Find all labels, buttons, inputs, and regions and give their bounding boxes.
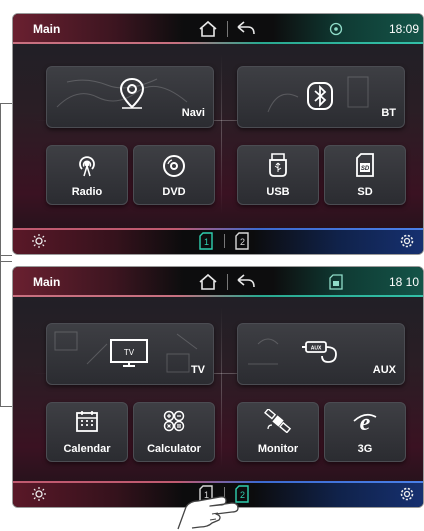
sd-tile[interactable]: SD SD bbox=[324, 145, 406, 205]
page-2-number: 2 bbox=[240, 237, 245, 247]
back-icon[interactable] bbox=[235, 21, 257, 37]
aux-label: AUX bbox=[372, 364, 396, 376]
bt-tile[interactable]: BT bbox=[237, 66, 405, 128]
tv-label: TV bbox=[190, 364, 205, 376]
tv-screen-text: TV bbox=[124, 348, 135, 357]
page-1-icon[interactable]: 1 bbox=[199, 232, 213, 250]
satellite-icon bbox=[264, 409, 292, 433]
browser-e-icon: e bbox=[353, 410, 377, 433]
page-2-icon[interactable]: 2 bbox=[235, 232, 249, 250]
tv-icon: TV bbox=[110, 339, 148, 367]
page-title: Main bbox=[33, 22, 61, 36]
monitor-tile[interactable]: Monitor bbox=[237, 402, 319, 462]
map-pin-icon bbox=[119, 77, 145, 109]
usb-tile[interactable]: USB bbox=[237, 145, 319, 205]
tv-tile[interactable]: TV TV bbox=[46, 323, 214, 385]
3g-label: 3G bbox=[357, 443, 373, 455]
sd-label: SD bbox=[357, 186, 373, 198]
top-bar: Main 18 10 bbox=[13, 267, 423, 297]
calendar-tile[interactable]: Calendar bbox=[46, 402, 128, 462]
calculator-icon bbox=[163, 410, 185, 432]
calendar-icon bbox=[76, 411, 98, 432]
usb-icon bbox=[269, 153, 287, 177]
disc-status-icon bbox=[329, 22, 343, 36]
settings-icon[interactable] bbox=[399, 233, 415, 249]
svg-text:SD: SD bbox=[361, 166, 370, 172]
back-icon[interactable] bbox=[235, 274, 257, 290]
top-bar: Main 18:09 bbox=[13, 14, 423, 44]
3g-tile[interactable]: e 3G bbox=[324, 402, 406, 462]
sd-card-icon: SD bbox=[356, 153, 374, 177]
clock: 18 10 bbox=[388, 275, 419, 289]
dvd-label: DVD bbox=[162, 186, 186, 198]
bluetooth-icon bbox=[307, 82, 333, 110]
aux-plug-text: AUX bbox=[311, 346, 322, 352]
svg-text:e: e bbox=[360, 410, 371, 433]
pointing-hand-icon bbox=[177, 496, 239, 530]
calculator-label: Calculator bbox=[147, 443, 201, 455]
page-title: Main bbox=[33, 275, 61, 289]
bracket-top bbox=[0, 103, 12, 262]
screen-page-2: Main 18 10 TV TV AUX AUX Calendar Calcul… bbox=[12, 266, 424, 508]
usb-label: USB bbox=[266, 186, 290, 198]
calculator-tile[interactable]: Calculator bbox=[133, 402, 215, 462]
calendar-label: Calendar bbox=[63, 443, 111, 455]
radio-tile[interactable]: Radio bbox=[46, 145, 128, 205]
settings-icon[interactable] bbox=[399, 486, 415, 502]
disc-icon bbox=[163, 155, 185, 177]
radio-icon bbox=[79, 156, 95, 177]
navi-label: Navi bbox=[181, 107, 205, 119]
bottom-bar: 1 2 bbox=[13, 228, 423, 254]
brightness-icon[interactable] bbox=[31, 486, 47, 502]
navi-tile[interactable]: Navi bbox=[46, 66, 214, 128]
page-1-number: 1 bbox=[204, 237, 209, 247]
clock: 18:09 bbox=[388, 22, 419, 36]
aux-tile[interactable]: AUX AUX bbox=[237, 323, 405, 385]
radio-label: Radio bbox=[71, 186, 103, 198]
aux-cable-icon: AUX bbox=[302, 341, 337, 363]
home-icon[interactable] bbox=[198, 20, 218, 38]
screen-page-1: Main 18:09 Navi BT Radio DVD USB SD SD 1 bbox=[12, 13, 424, 255]
sd-status-icon bbox=[329, 274, 343, 290]
bt-label: BT bbox=[381, 107, 396, 119]
bracket-bottom bbox=[0, 255, 12, 407]
home-icon[interactable] bbox=[198, 273, 218, 291]
monitor-label: Monitor bbox=[257, 443, 299, 455]
brightness-icon[interactable] bbox=[31, 233, 47, 249]
dvd-tile[interactable]: DVD bbox=[133, 145, 215, 205]
